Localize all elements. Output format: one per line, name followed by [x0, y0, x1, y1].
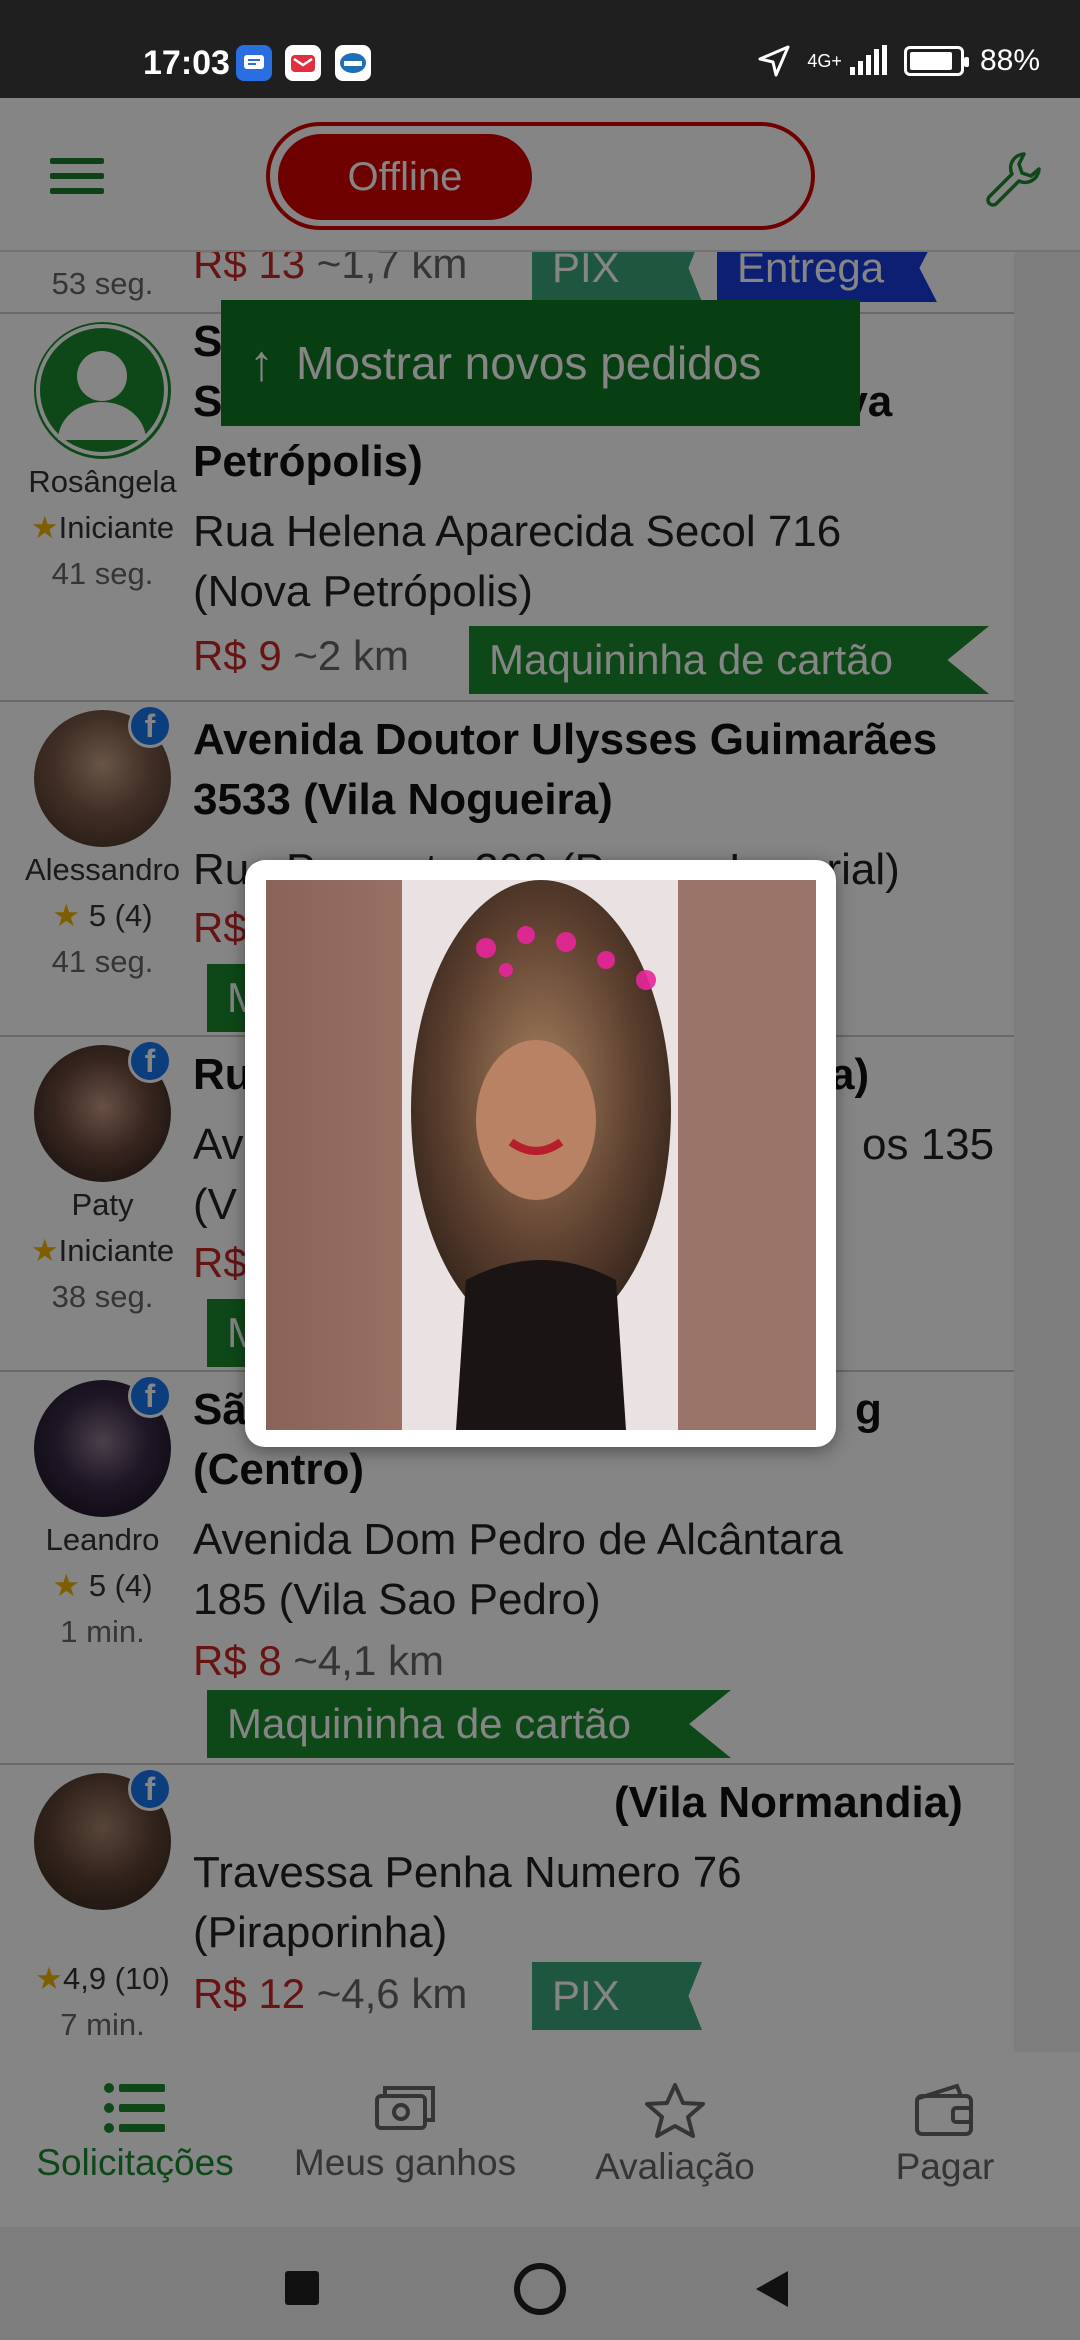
mail-notification-icon	[285, 45, 321, 81]
status-time: 17:03	[143, 44, 230, 82]
status-bar: 17:03 4G+ 88%	[0, 0, 1080, 98]
battery-percent: 88%	[979, 44, 1040, 77]
app-screen: 17:03 4G+ 88% Offline 53 seg. R$ 13 ~1,7…	[0, 0, 1080, 2340]
profile-photo	[266, 880, 816, 1430]
network-type: 4G+	[807, 51, 842, 71]
app-notification-icon	[335, 45, 371, 81]
location-arrow-icon	[758, 45, 790, 77]
status-right-group: 4G+ 88%	[757, 44, 1040, 78]
messages-notification-icon	[236, 45, 272, 81]
profile-photo-dialog	[245, 860, 836, 1447]
signal-icon	[849, 45, 887, 75]
battery-icon	[903, 46, 969, 76]
